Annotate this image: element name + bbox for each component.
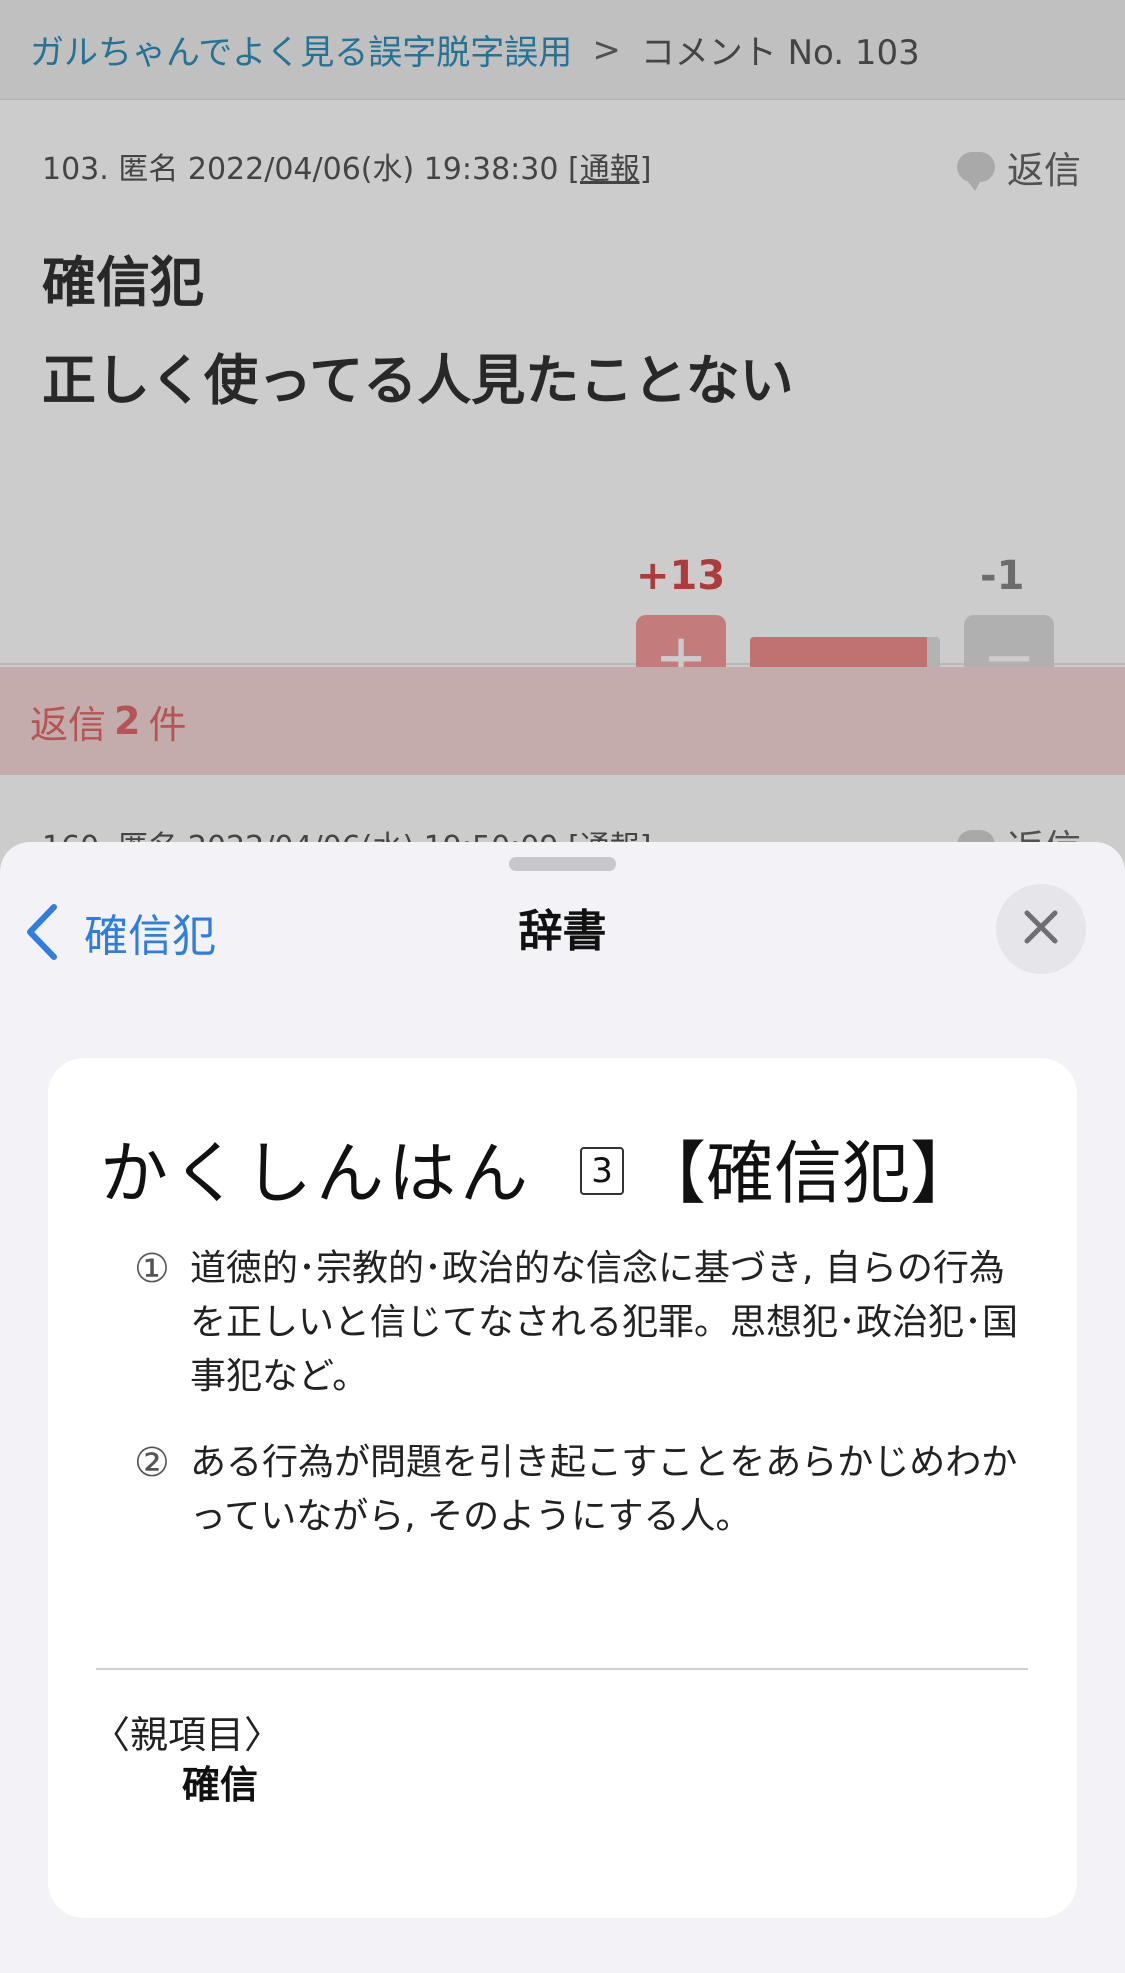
dictionary-sheet: 確信犯 辞書 かくしんはん 3 【確信犯】 ① 道徳的･宗教的･政治的な信念に基…: [0, 842, 1125, 1973]
back-label: 確信犯: [84, 911, 216, 962]
sense-number: ②: [134, 1440, 170, 1486]
chevron-left-icon: [24, 897, 84, 967]
sense-number: ①: [134, 1246, 170, 1292]
parent-entry-link[interactable]: 確信: [182, 1754, 258, 1809]
headword-reading: かくしんはん: [100, 1135, 533, 1214]
back-button[interactable]: 確信犯: [24, 897, 216, 967]
dictionary-entry-card: かくしんはん 3 【確信犯】 ① 道徳的･宗教的･政治的な信念に基づき, 自らの…: [48, 1058, 1077, 1918]
close-icon: [1021, 907, 1061, 951]
sense-text: 道徳的･宗教的･政治的な信念に基づき, 自らの行為を正しいと信じてなされる犯罪。…: [190, 1248, 1019, 1397]
parent-entry-label: 〈親項目〉: [92, 1713, 283, 1757]
sense-list: ① 道徳的･宗教的･政治的な信念に基づき, 自らの行為を正しいと信じてなされる犯…: [134, 1242, 1034, 1576]
sense-text: ある行為が問題を引き起こすことをあらかじめわかっていながら, そのようにする人。: [190, 1442, 1018, 1537]
headword-kanji: 【確信犯】: [638, 1135, 979, 1214]
sheet-grabber[interactable]: [509, 857, 616, 871]
close-button[interactable]: [996, 884, 1086, 974]
headword: かくしんはん 3 【確信犯】: [100, 1118, 978, 1217]
sense-item: ② ある行為が問題を引き起こすことをあらかじめわかっていながら, そのようにする…: [134, 1436, 1034, 1544]
sense-item: ① 道徳的･宗教的･政治的な信念に基づき, 自らの行為を正しいと信じてなされる犯…: [134, 1242, 1034, 1404]
accent-badge: 3: [580, 1146, 625, 1195]
card-divider: [96, 1668, 1028, 1670]
